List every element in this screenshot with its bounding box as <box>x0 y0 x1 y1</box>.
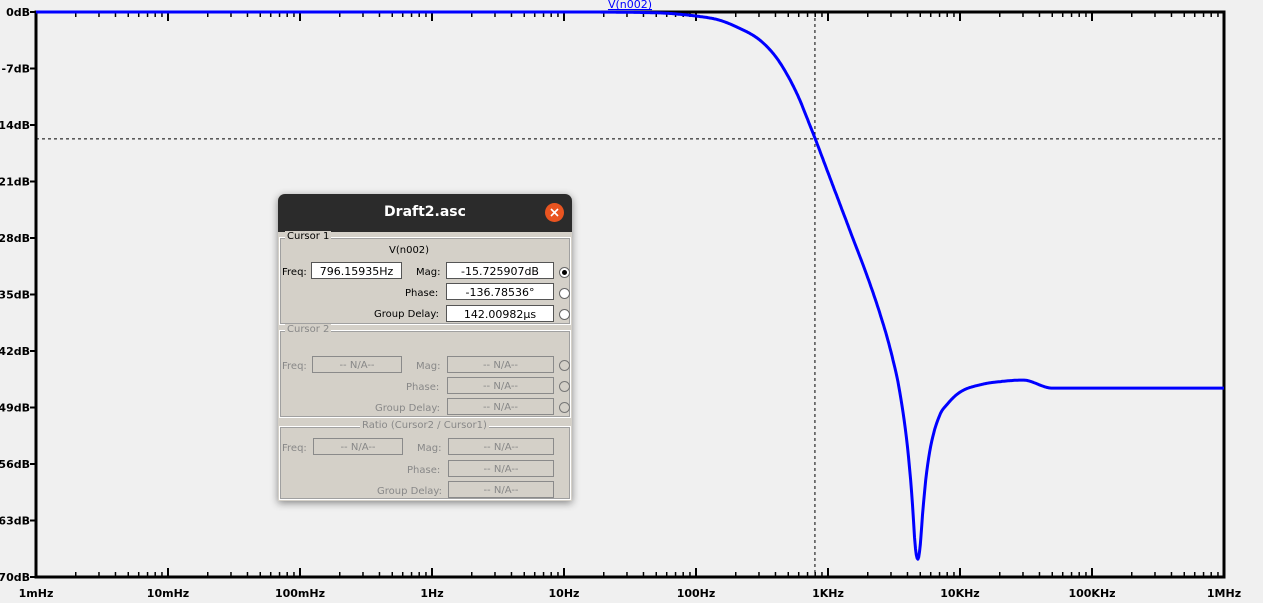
cursor2-phase-radio <box>559 381 570 392</box>
ratio-phase-label: Phase: <box>407 465 441 476</box>
radio-selected-dot <box>562 270 567 275</box>
x-tick-label: 10KHz <box>940 587 979 600</box>
cursor1-phase-field[interactable]: -136.78536° <box>446 283 554 300</box>
x-tick-label: 100KHz <box>1068 587 1115 600</box>
x-tick-label: 10Hz <box>549 587 580 600</box>
cursor2-group-delay-field: -- N/A-- <box>447 398 554 415</box>
x-tick-label: 1Hz <box>420 587 443 600</box>
y-tick-label: -7dB <box>2 63 30 76</box>
y-tick-label: -28dB <box>0 232 30 245</box>
cursor2-freq-label: Freq: <box>282 361 307 372</box>
ratio-mag-field: -- N/A-- <box>448 438 554 455</box>
cursor2-group: Cursor 2 Freq: -- N/A-- Mag: -- N/A-- Ph… <box>279 324 571 418</box>
y-tick-label: -63dB <box>0 515 30 528</box>
y-tick-label: -42dB <box>0 345 30 358</box>
y-tick-label: -35dB <box>0 289 30 302</box>
ratio-phase-field: -- N/A-- <box>448 460 554 477</box>
x-tick-label: 100mHz <box>275 587 325 600</box>
bode-plot[interactable]: 0dB -7dB -14dB -21dB -28dB -35dB -42dB -49dB -56… <box>0 0 1263 603</box>
y-tick-label: -70dB <box>0 571 30 584</box>
cursor1-group-delay-field[interactable]: 142.00982µs <box>446 305 554 322</box>
cursor2-freq-field: -- N/A-- <box>312 356 402 373</box>
cursor1-phase-radio[interactable] <box>559 288 570 299</box>
cursor1-freq-label: Freq: <box>282 267 307 278</box>
ratio-freq-label: Freq: <box>282 443 307 454</box>
y-tick-label: -49dB <box>0 402 30 415</box>
y-tick-label: -21dB <box>0 176 30 189</box>
x-tick-label: 1KHz <box>812 587 844 600</box>
cursor1-group-delay-radio[interactable] <box>559 309 570 320</box>
cursor2-group-delay-label: Group Delay: <box>375 403 440 414</box>
cursor1-group: Cursor 1 V(n002) Freq: 796.15935Hz Mag: … <box>279 231 571 325</box>
cursor1-mag-label: Mag: <box>416 267 441 278</box>
y-tick-label: -14dB <box>0 119 30 132</box>
cursor2-group-label: Cursor 2 <box>285 324 332 335</box>
ratio-group-label: Ratio (Cursor2 / Cursor1) <box>360 420 489 431</box>
ratio-mag-label: Mag: <box>417 443 442 454</box>
dialog-titlebar[interactable]: Draft2.asc <box>278 194 572 232</box>
cursor1-group-delay-label: Group Delay: <box>374 309 439 320</box>
ratio-group-delay-label: Group Delay: <box>377 486 442 497</box>
cursor1-phase-label: Phase: <box>405 288 439 299</box>
y-axis: 0dB -7dB -14dB -21dB -28dB -35dB -42dB -49dB -56… <box>0 6 36 584</box>
ratio-group-delay-field: -- N/A-- <box>448 481 554 498</box>
cursor2-group-delay-radio <box>559 402 570 413</box>
cursor1-freq-field[interactable]: 796.15935Hz <box>311 262 402 279</box>
trace-label[interactable]: V(n002) <box>608 0 652 11</box>
cursor1-group-label: Cursor 1 <box>285 231 332 242</box>
x-tick-label: 100Hz <box>677 587 716 600</box>
close-button[interactable] <box>545 203 564 222</box>
y-tick-label: -56dB <box>0 458 30 471</box>
cursor2-mag-radio <box>559 360 570 371</box>
x-tick-label: 1MHz <box>1207 587 1241 600</box>
cursor2-mag-field: -- N/A-- <box>447 356 554 373</box>
close-icon <box>550 208 559 217</box>
y-tick-label: 0dB <box>6 6 30 19</box>
cursor2-phase-label: Phase: <box>406 382 440 393</box>
dialog-title: Draft2.asc <box>384 204 466 220</box>
x-tick-label: 1mHz <box>19 587 54 600</box>
cursor1-mag-field[interactable]: -15.725907dB <box>446 262 554 279</box>
cursor2-phase-field: -- N/A-- <box>447 377 554 394</box>
cursor-dialog: Draft2.asc Cursor 1 V(n002) Freq: 796.15… <box>278 194 572 501</box>
cursor1-trace-name: V(n002) <box>389 245 430 256</box>
ratio-freq-field: -- N/A-- <box>313 438 403 455</box>
cursor1-mag-radio[interactable] <box>559 267 570 278</box>
plot-frame <box>34 10 1226 579</box>
cursor2-mag-label: Mag: <box>416 361 441 372</box>
x-tick-label: 10mHz <box>147 587 189 600</box>
ratio-group: Ratio (Cursor2 / Cursor1) Freq: -- N/A--… <box>279 420 571 500</box>
